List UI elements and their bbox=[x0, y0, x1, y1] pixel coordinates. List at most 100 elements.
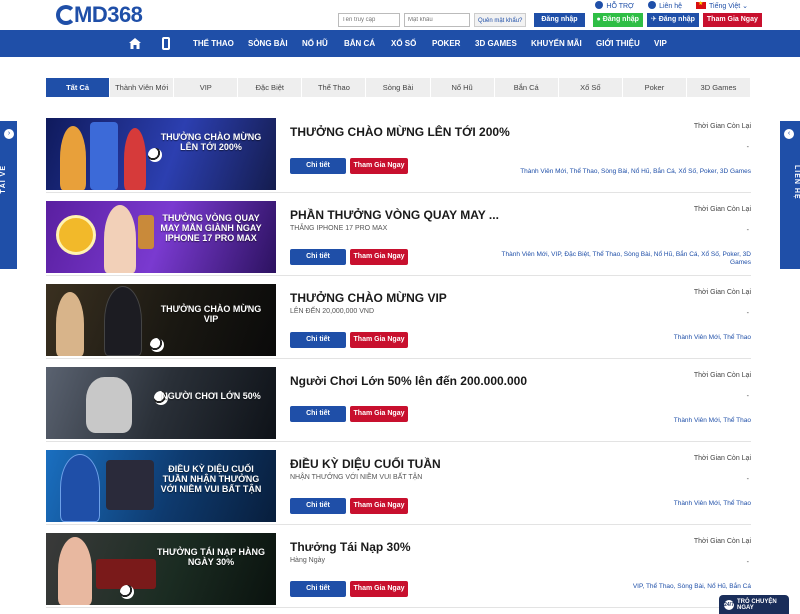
promo-banner[interactable]: THƯỞNG VÒNG QUAY MAY MẮN GIÀNH NGAY IPHO… bbox=[46, 201, 276, 273]
promo-categories[interactable]: VIP, Thể Thao, Sòng Bài, Nổ Hũ, Bắn Cá bbox=[486, 583, 751, 591]
logo[interactable]: MD368 bbox=[56, 2, 143, 28]
detail-button[interactable]: Chi tiết bbox=[290, 581, 346, 597]
download-side-tab[interactable]: › TẢI VỀ bbox=[0, 121, 17, 269]
time-left-value: - bbox=[746, 227, 749, 234]
banner-text: THƯỞNG VÒNG QUAY MAY MẮN GIÀNH NGAY IPHO… bbox=[160, 213, 262, 243]
time-left-label: Thời Gian Còn Lại bbox=[693, 123, 751, 130]
contact-label: LIÊN HỆ bbox=[793, 165, 800, 200]
tab-lottery[interactable]: Xổ Số bbox=[559, 78, 623, 97]
tab-3d-games[interactable]: 3D Games bbox=[687, 78, 752, 97]
password-input[interactable] bbox=[404, 13, 470, 27]
join-now-button[interactable]: Tham Gia Ngay bbox=[702, 13, 762, 27]
logo-c-mark bbox=[56, 5, 76, 25]
banner-text: ĐIỀU KỲ DIỆU CUỐI TUẦN NHẬN THƯỞNG VỚI N… bbox=[160, 464, 262, 494]
login-button[interactable]: Đăng nhập bbox=[534, 13, 585, 27]
promo-filter-tabs: Tất Cả Thành Viên Mới VIP Đặc Biệt Thể T… bbox=[46, 78, 752, 97]
promo-item: THƯỞNG VÒNG QUAY MAY MẮN GIÀNH NGAY IPHO… bbox=[46, 201, 751, 276]
detail-button[interactable]: Chi tiết bbox=[290, 332, 346, 348]
nav-vip[interactable]: VIP bbox=[654, 39, 667, 48]
tab-special[interactable]: Đặc Biệt bbox=[238, 78, 303, 97]
line-login-button[interactable]: ● Đăng nhập bbox=[592, 13, 643, 27]
promo-categories[interactable]: Thành Viên Mới, Thể Thao bbox=[486, 417, 751, 425]
nav-lottery[interactable]: XỔ SỐ bbox=[391, 39, 416, 48]
time-left-label: Thời Gian Còn Lại bbox=[693, 455, 751, 462]
nav-casino[interactable]: SÒNG BÀI bbox=[248, 39, 288, 48]
forgot-password-link[interactable]: Quên mật khẩu? bbox=[474, 13, 527, 27]
tab-all[interactable]: Tất Cả bbox=[46, 78, 111, 97]
nav-3d-games[interactable]: 3D GAMES bbox=[475, 39, 517, 48]
nav-promotions[interactable]: KHUYẾN MÃI bbox=[531, 39, 582, 48]
nav-poker[interactable]: POKER bbox=[432, 39, 460, 48]
model-figure bbox=[104, 205, 136, 273]
promo-title: ĐIỀU KỲ DIỆU CUỐI TUẦN bbox=[290, 457, 441, 471]
iphone-graphic bbox=[138, 215, 154, 249]
home-icon[interactable] bbox=[129, 38, 141, 49]
promo-categories[interactable]: Thành Viên Mới, Thể Thao bbox=[486, 334, 751, 342]
banner-text: THƯỞNG CHÀO MỪNG LÊN TỚI 200% bbox=[160, 132, 262, 152]
top-bar: MD368 HỖ TRỢ Liên hệ Tiếng Việt ⌄ Quên m… bbox=[0, 0, 800, 30]
promo-categories[interactable]: Thành Viên Mới, Thể Thao bbox=[486, 500, 751, 508]
promo-subtitle: LÊN ĐẾN 20,000,000 VND bbox=[290, 308, 375, 315]
join-now-button[interactable]: Tham Gia Ngay bbox=[350, 581, 408, 597]
tab-fishing[interactable]: Bắn Cá bbox=[495, 78, 559, 97]
promo-banner[interactable]: ĐIỀU KỲ DIỆU CUỐI TUẦN NHẬN THƯỞNG VỚI N… bbox=[46, 450, 276, 522]
join-now-button[interactable]: Tham Gia Ngay bbox=[350, 406, 408, 422]
join-now-button[interactable]: Tham Gia Ngay bbox=[350, 498, 408, 514]
promo-item: NGƯỜI CHƠI LỚN 50% Người Chơi Lớn 50% lê… bbox=[46, 367, 751, 442]
promo-item: THƯỞNG TÁI NẠP HÀNG NGÀY 30% Thưởng Tái … bbox=[46, 533, 751, 608]
banner-text: THƯỞNG TÁI NẠP HÀNG NGÀY 30% bbox=[157, 547, 265, 567]
username-input[interactable] bbox=[338, 13, 400, 27]
top-links: HỖ TRỢ Liên hệ Tiếng Việt ⌄ bbox=[595, 0, 748, 11]
detail-button[interactable]: Chi tiết bbox=[290, 158, 346, 174]
tab-casino[interactable]: Sòng Bài bbox=[366, 78, 431, 97]
man-figure bbox=[60, 454, 100, 522]
promo-title: PHẦN THƯỞNG VÒNG QUAY MAY ... bbox=[290, 208, 499, 222]
promo-banner[interactable]: THƯỞNG TÁI NẠP HÀNG NGÀY 30% bbox=[46, 533, 276, 605]
download-label: TẢI VỀ bbox=[0, 165, 7, 194]
time-left-value: - bbox=[746, 559, 749, 566]
promo-categories[interactable]: Thành Viên Mới, Thể Thao, Sòng Bài, Nổ H… bbox=[486, 168, 751, 176]
detail-button[interactable]: Chi tiết bbox=[290, 406, 346, 422]
tab-sports[interactable]: Thể Thao bbox=[302, 78, 367, 97]
phone-graphic bbox=[106, 460, 154, 510]
promo-subtitle: NHẬN THƯỞNG VỚI NIỀM VUI BẤT TẬN bbox=[290, 474, 423, 481]
contact-link[interactable]: Liên hệ bbox=[648, 1, 682, 10]
promo-banner[interactable]: NGƯỜI CHƠI LỚN 50% bbox=[46, 367, 276, 439]
join-now-button[interactable]: Tham Gia Ngay bbox=[350, 158, 408, 174]
time-left-value: - bbox=[746, 393, 749, 400]
main-nav: THỂ THAO SÒNG BÀI NỔ HŨ BẮN CÁ XỔ SỐ POK… bbox=[0, 30, 800, 57]
promo-item: THƯỞNG CHÀO MỪNG VIP THƯỞNG CHÀO MỪNG VI… bbox=[46, 284, 751, 359]
phone-icon bbox=[648, 1, 657, 9]
detail-button[interactable]: Chi tiết bbox=[290, 498, 346, 514]
language-selector[interactable]: Tiếng Việt ⌄ bbox=[696, 0, 748, 10]
tab-new-member[interactable]: Thành Viên Mới bbox=[110, 78, 175, 97]
promo-item: ĐIỀU KỲ DIỆU CUỐI TUẦN NHẬN THƯỞNG VỚI N… bbox=[46, 450, 751, 525]
tab-slots[interactable]: Nổ Hũ bbox=[431, 78, 495, 97]
nav-fishing[interactable]: BẮN CÁ bbox=[344, 39, 375, 48]
nav-slots[interactable]: NỔ HŨ bbox=[302, 39, 328, 48]
time-left-label: Thời Gian Còn Lại bbox=[693, 289, 751, 296]
support-link[interactable]: HỖ TRỢ bbox=[595, 1, 634, 10]
ball-icon bbox=[150, 338, 164, 352]
time-left-value: - bbox=[746, 310, 749, 317]
nav-about[interactable]: GIỚI THIỆU bbox=[596, 39, 640, 48]
live-chat-button[interactable]: 24/7 TRÒ CHUYỆN NGAY bbox=[719, 595, 789, 614]
telegram-login-button[interactable]: ✈ Đăng nhập bbox=[646, 13, 699, 27]
promo-banner[interactable]: THƯỞNG CHÀO MỪNG LÊN TỚI 200% bbox=[46, 118, 276, 190]
chat-label: TRÒ CHUYỆN NGAY bbox=[737, 598, 777, 611]
contact-side-tab[interactable]: ‹ LIÊN HỆ bbox=[780, 121, 800, 269]
logo-text: MD368 bbox=[74, 2, 143, 27]
tab-poker[interactable]: Poker bbox=[623, 78, 687, 97]
detail-button[interactable]: Chi tiết bbox=[290, 249, 346, 265]
arrow-icon: ‹ bbox=[784, 129, 794, 139]
join-now-button[interactable]: Tham Gia Ngay bbox=[350, 249, 408, 265]
promo-banner[interactable]: THƯỞNG CHÀO MỪNG VIP bbox=[46, 284, 276, 356]
join-now-button[interactable]: Tham Gia Ngay bbox=[350, 332, 408, 348]
tab-vip[interactable]: VIP bbox=[174, 78, 239, 97]
promo-title: THƯỞNG CHÀO MỪNG LÊN TỚI 200% bbox=[290, 125, 510, 139]
promo-title: THƯỞNG CHÀO MỪNG VIP bbox=[290, 291, 447, 305]
promo-categories[interactable]: Thành Viên Mới, VIP, Đặc Biệt, Thể Thao,… bbox=[486, 251, 751, 267]
promo-item: THƯỞNG CHÀO MỪNG LÊN TỚI 200% THƯỞNG CHÀ… bbox=[46, 118, 751, 193]
nav-sports[interactable]: THỂ THAO bbox=[193, 39, 234, 48]
mobile-icon[interactable] bbox=[162, 37, 170, 50]
